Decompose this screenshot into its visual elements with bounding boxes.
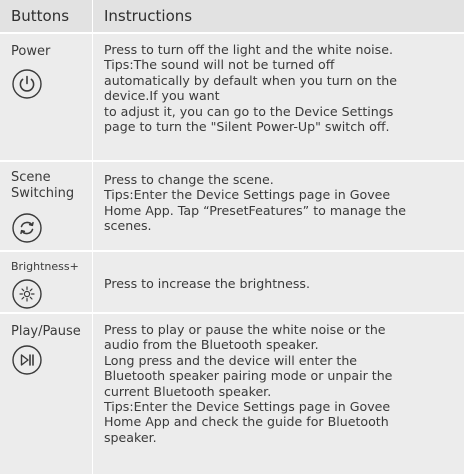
- table-header: Buttons Instructions: [0, 0, 464, 32]
- header-buttons: Buttons: [11, 7, 70, 25]
- row-divider: [0, 250, 464, 252]
- power-instruction: Press to turn off the light and the whit…: [104, 42, 398, 135]
- row-divider: [0, 312, 464, 314]
- play-pause-icon: [11, 344, 43, 376]
- header-instructions: Instructions: [104, 7, 193, 25]
- column-divider: [92, 0, 93, 474]
- play-pause-instruction: Press to play or pause the white noise o…: [104, 322, 393, 445]
- power-label: Power: [11, 44, 51, 59]
- power-icon: [11, 68, 43, 100]
- row-divider: [0, 32, 464, 34]
- button-instructions-table: Buttons Instructions Power Press to turn…: [0, 0, 464, 474]
- play-pause-label: Play/Pause: [11, 324, 81, 339]
- brightness-icon: [11, 278, 43, 310]
- scene-switching-instruction: Press to change the scene. Tips:Enter th…: [104, 172, 406, 234]
- brightness-label: Brightness+: [11, 260, 79, 273]
- row-divider: [0, 160, 464, 162]
- scene-switching-label: Scene Switching: [11, 170, 75, 201]
- scene-switch-icon: [11, 212, 43, 244]
- brightness-instruction: Press to increase the brightness.: [104, 276, 310, 291]
